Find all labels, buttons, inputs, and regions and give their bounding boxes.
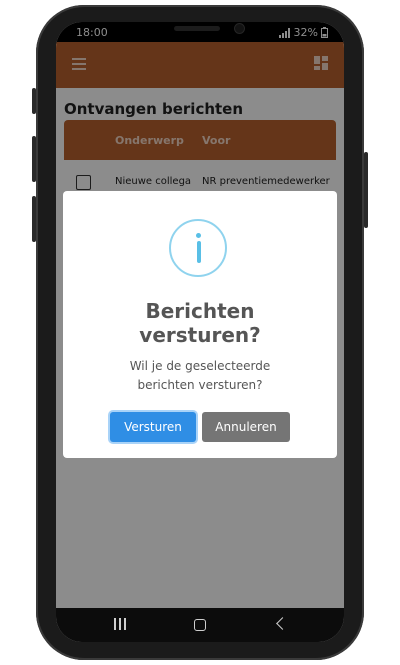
phone-power-button [364,152,368,228]
phone-side-button [32,88,36,114]
recents-icon[interactable] [114,618,126,630]
phone-volume-up [32,136,36,182]
dialog-title-line2: versturen? [139,323,261,347]
phone-volume-down [32,196,36,242]
home-icon[interactable] [194,619,206,631]
dialog-message-line2: berichten versturen? [137,378,263,392]
send-button[interactable]: Versturen [110,412,196,442]
info-icon [169,219,227,277]
dialog-title: Berichten versturen? [63,299,337,347]
dialog-message: Wil je de geselecteerde berichten verstu… [83,357,317,395]
confirm-dialog: Berichten versturen? Wil je de geselecte… [63,191,337,458]
screen: 18:00 32% Ontvangen berichten Onderwerp … [56,22,344,642]
back-icon[interactable] [276,617,289,630]
navigation-bar [56,608,344,642]
dialog-title-line1: Berichten [145,299,255,323]
cancel-button[interactable]: Annuleren [202,412,290,442]
dialog-message-line1: Wil je de geselecteerde [129,359,271,373]
